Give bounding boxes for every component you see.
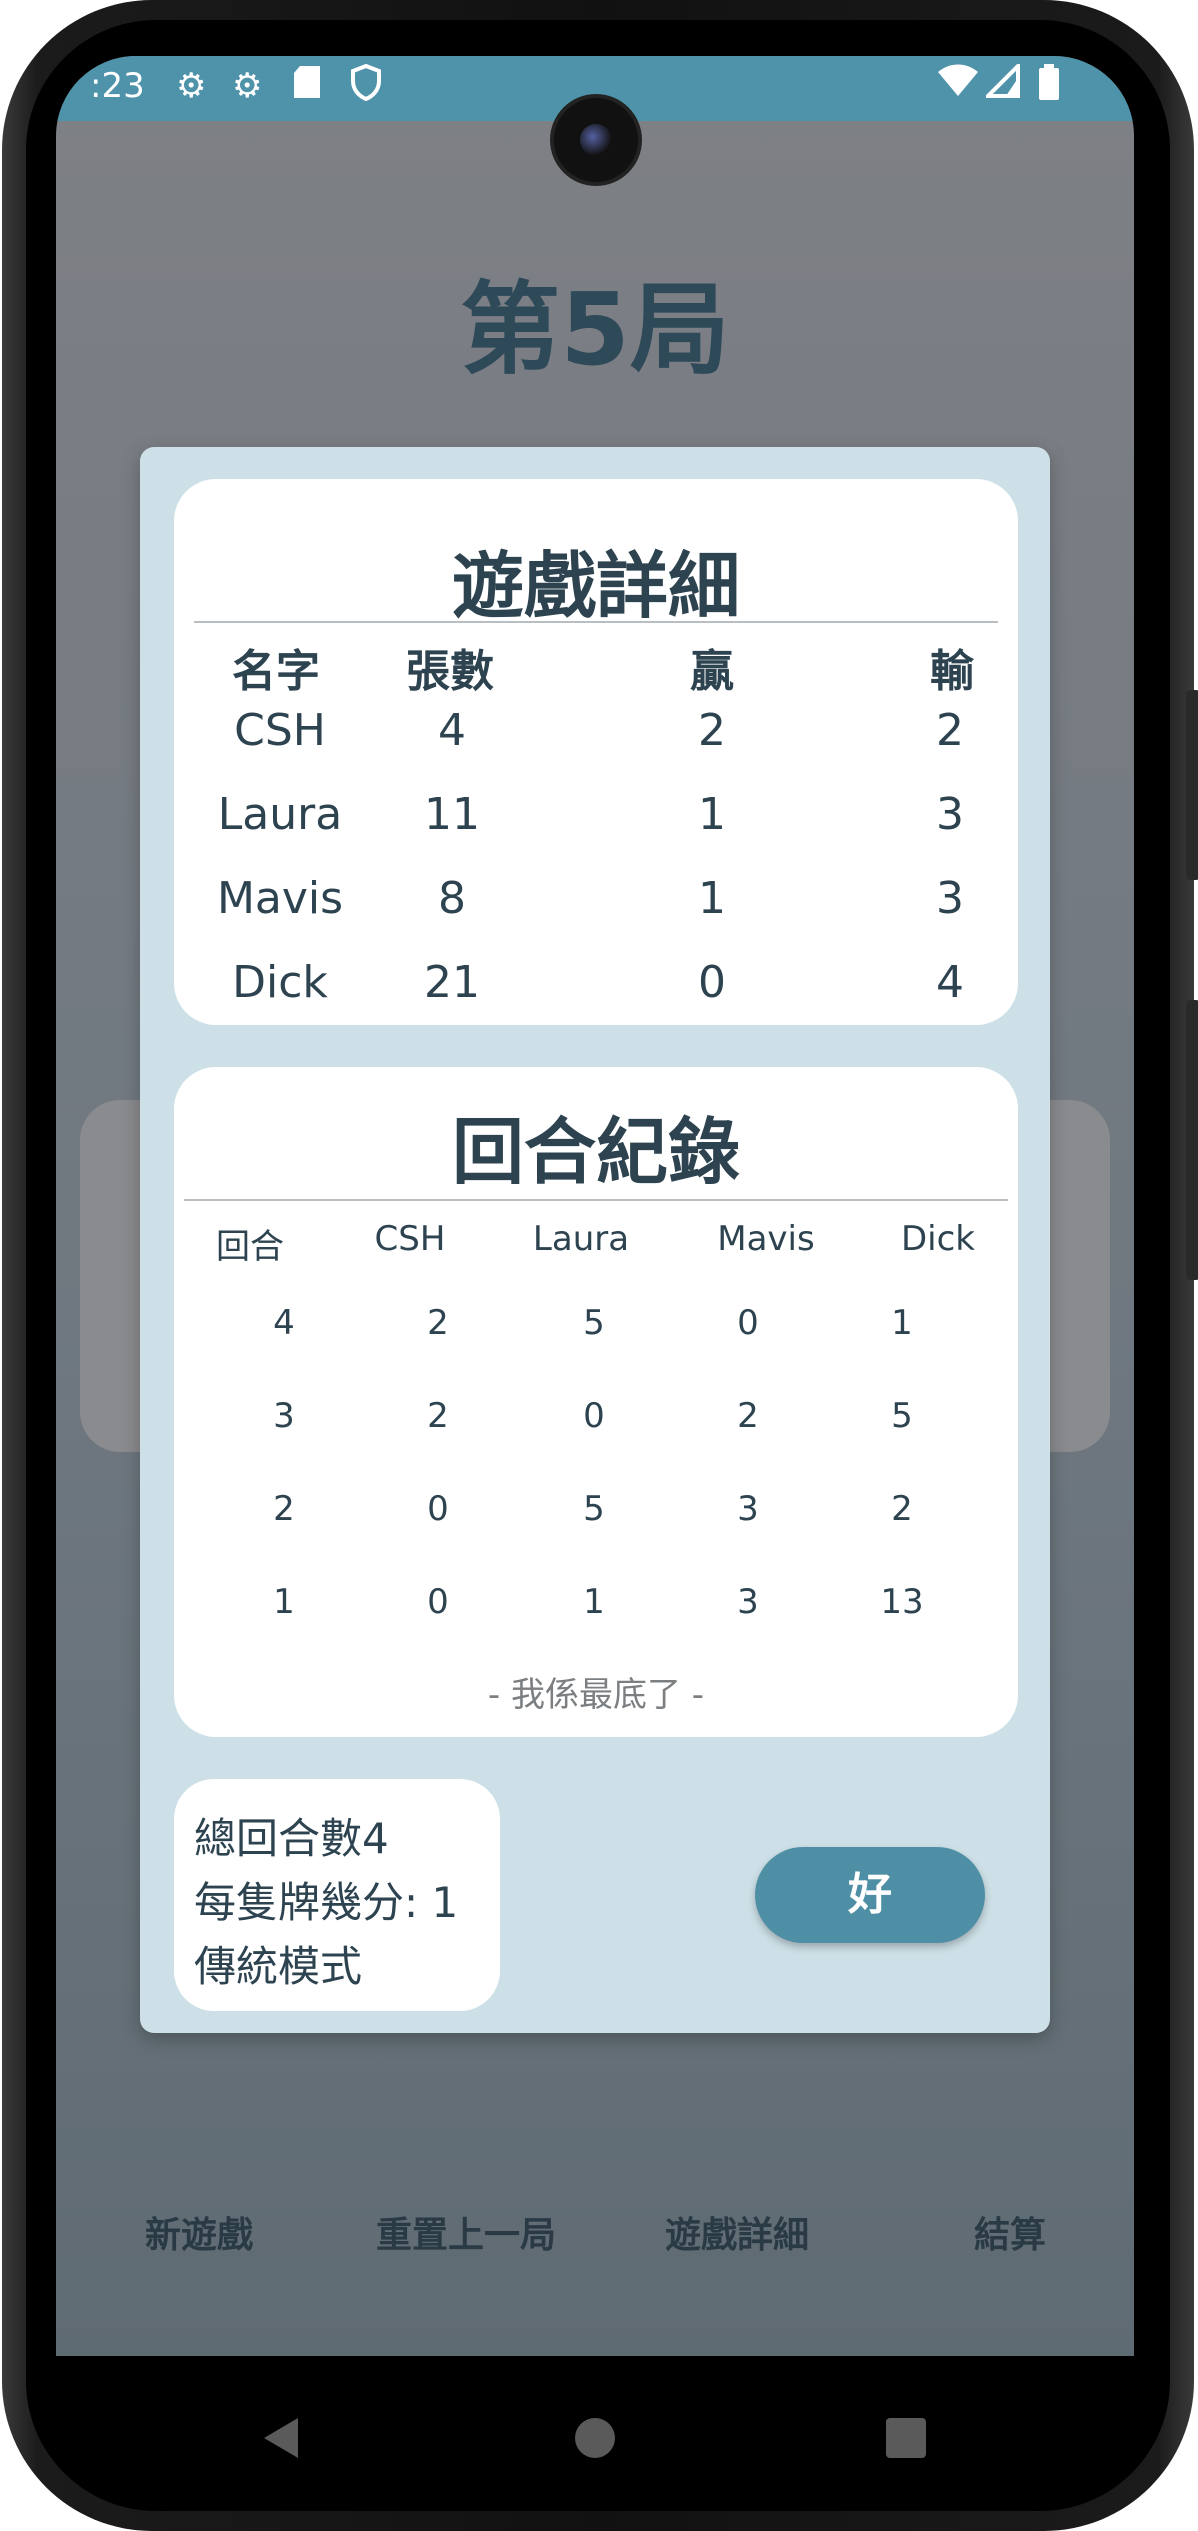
details-header-cards: 張數 [406, 646, 494, 697]
details-header-name: 名字 [232, 646, 320, 697]
new-game-button[interactable]: 新遊戲 [145, 2206, 253, 2258]
game-details-dialog: 遊戲詳細 名字 張數 贏 輸 CSH 4 2 2 Laura 11 1 3 Ma… [140, 447, 1050, 2033]
game-details-button[interactable]: 遊戲詳細 [665, 2206, 809, 2258]
back-icon[interactable] [262, 2416, 300, 2464]
details-cell: 11 [424, 789, 480, 840]
records-header-player: CSH [374, 1219, 446, 1259]
records-cell: 2 [891, 1489, 913, 1529]
round-title: 第5局 [460, 271, 730, 388]
records-divider [184, 1199, 1008, 1201]
end-of-list-note: - 我係最底了 - [487, 1675, 705, 1715]
system-nav-bar [0, 2400, 1198, 2480]
details-cell: Mavis [216, 873, 344, 924]
records-cell: 1 [583, 1582, 605, 1622]
gear-icon: ⚙ [232, 66, 263, 106]
battery-icon [1038, 64, 1060, 111]
details-cell: 0 [698, 957, 726, 1008]
status-time: :23 [90, 66, 145, 106]
total-rounds-text: 總回合數4 [194, 1814, 389, 1863]
records-cell: 0 [583, 1396, 605, 1436]
recents-icon[interactable] [886, 2418, 926, 2458]
details-cell: Laura [217, 789, 343, 840]
details-cell: 8 [438, 873, 466, 924]
records-cell: 3 [273, 1396, 295, 1436]
details-cell: 3 [936, 873, 964, 924]
records-cell: 1 [273, 1582, 295, 1622]
details-card: 遊戲詳細 名字 張數 贏 輸 CSH 4 2 2 Laura 11 1 3 Ma… [174, 479, 1018, 1025]
wifi-icon [938, 64, 978, 109]
details-title: 遊戲詳細 [451, 544, 740, 628]
power-button [1186, 690, 1198, 880]
reset-last-round-button[interactable]: 重置上一局 [376, 2206, 556, 2258]
details-header-losses: 輸 [930, 646, 974, 697]
details-cell: 1 [698, 873, 726, 924]
sd-card-icon [292, 64, 322, 111]
details-cell: Dick [232, 957, 328, 1008]
gear-icon: ⚙ [176, 66, 207, 106]
front-camera [554, 98, 638, 182]
bottom-nav: 新遊戲 重置上一局 遊戲詳細 結算 [56, 2206, 1134, 2266]
details-cell: 1 [698, 789, 726, 840]
records-cell: 4 [273, 1303, 295, 1343]
records-cell: 0 [427, 1582, 449, 1622]
shield-icon [350, 63, 382, 113]
records-cell: 1 [891, 1303, 913, 1343]
records-cell: 5 [583, 1303, 605, 1343]
records-cell: 3 [737, 1582, 759, 1622]
records-header-player: Laura [532, 1219, 630, 1259]
volume-button [1186, 1000, 1198, 1280]
details-cell: 4 [438, 705, 466, 756]
records-title: 回合紀錄 [451, 1110, 740, 1194]
details-cell: 3 [936, 789, 964, 840]
details-cell: CSH [234, 705, 326, 756]
records-header-player: Mavis [717, 1219, 815, 1259]
details-cell: 21 [424, 957, 480, 1008]
summary-card: 總回合數4 每隻牌幾分: 1 傳統模式 [174, 1779, 500, 2011]
points-per-card-text: 每隻牌幾分: 1 [194, 1878, 459, 1927]
details-cell: 2 [698, 705, 726, 756]
signal-icon [983, 61, 1020, 109]
records-header-round: 回合 [216, 1227, 284, 1267]
details-cell: 2 [936, 705, 964, 756]
records-cell: 0 [737, 1303, 759, 1343]
records-header-player: Dick [900, 1219, 975, 1259]
game-mode-text: 傳統模式 [194, 1942, 363, 1991]
records-cell: 2 [737, 1396, 759, 1436]
records-cell: 2 [427, 1396, 449, 1436]
round-records-card[interactable]: 回合紀錄 回合 CSH Laura Mavis Dick 4 2 5 0 1 3… [174, 1067, 1018, 1737]
details-cell: 4 [936, 957, 964, 1008]
records-cell: 13 [880, 1582, 924, 1622]
records-cell: 3 [737, 1489, 759, 1529]
records-cell: 2 [273, 1489, 295, 1529]
home-icon[interactable] [575, 2418, 615, 2458]
ok-button[interactable]: 好 [755, 1847, 985, 1943]
records-cell: 5 [583, 1489, 605, 1529]
settle-button[interactable]: 結算 [974, 2206, 1046, 2258]
details-divider [194, 621, 998, 623]
details-header-wins: 贏 [690, 646, 734, 697]
records-cell: 2 [427, 1303, 449, 1343]
records-cell: 5 [891, 1396, 913, 1436]
records-cell: 0 [427, 1489, 449, 1529]
